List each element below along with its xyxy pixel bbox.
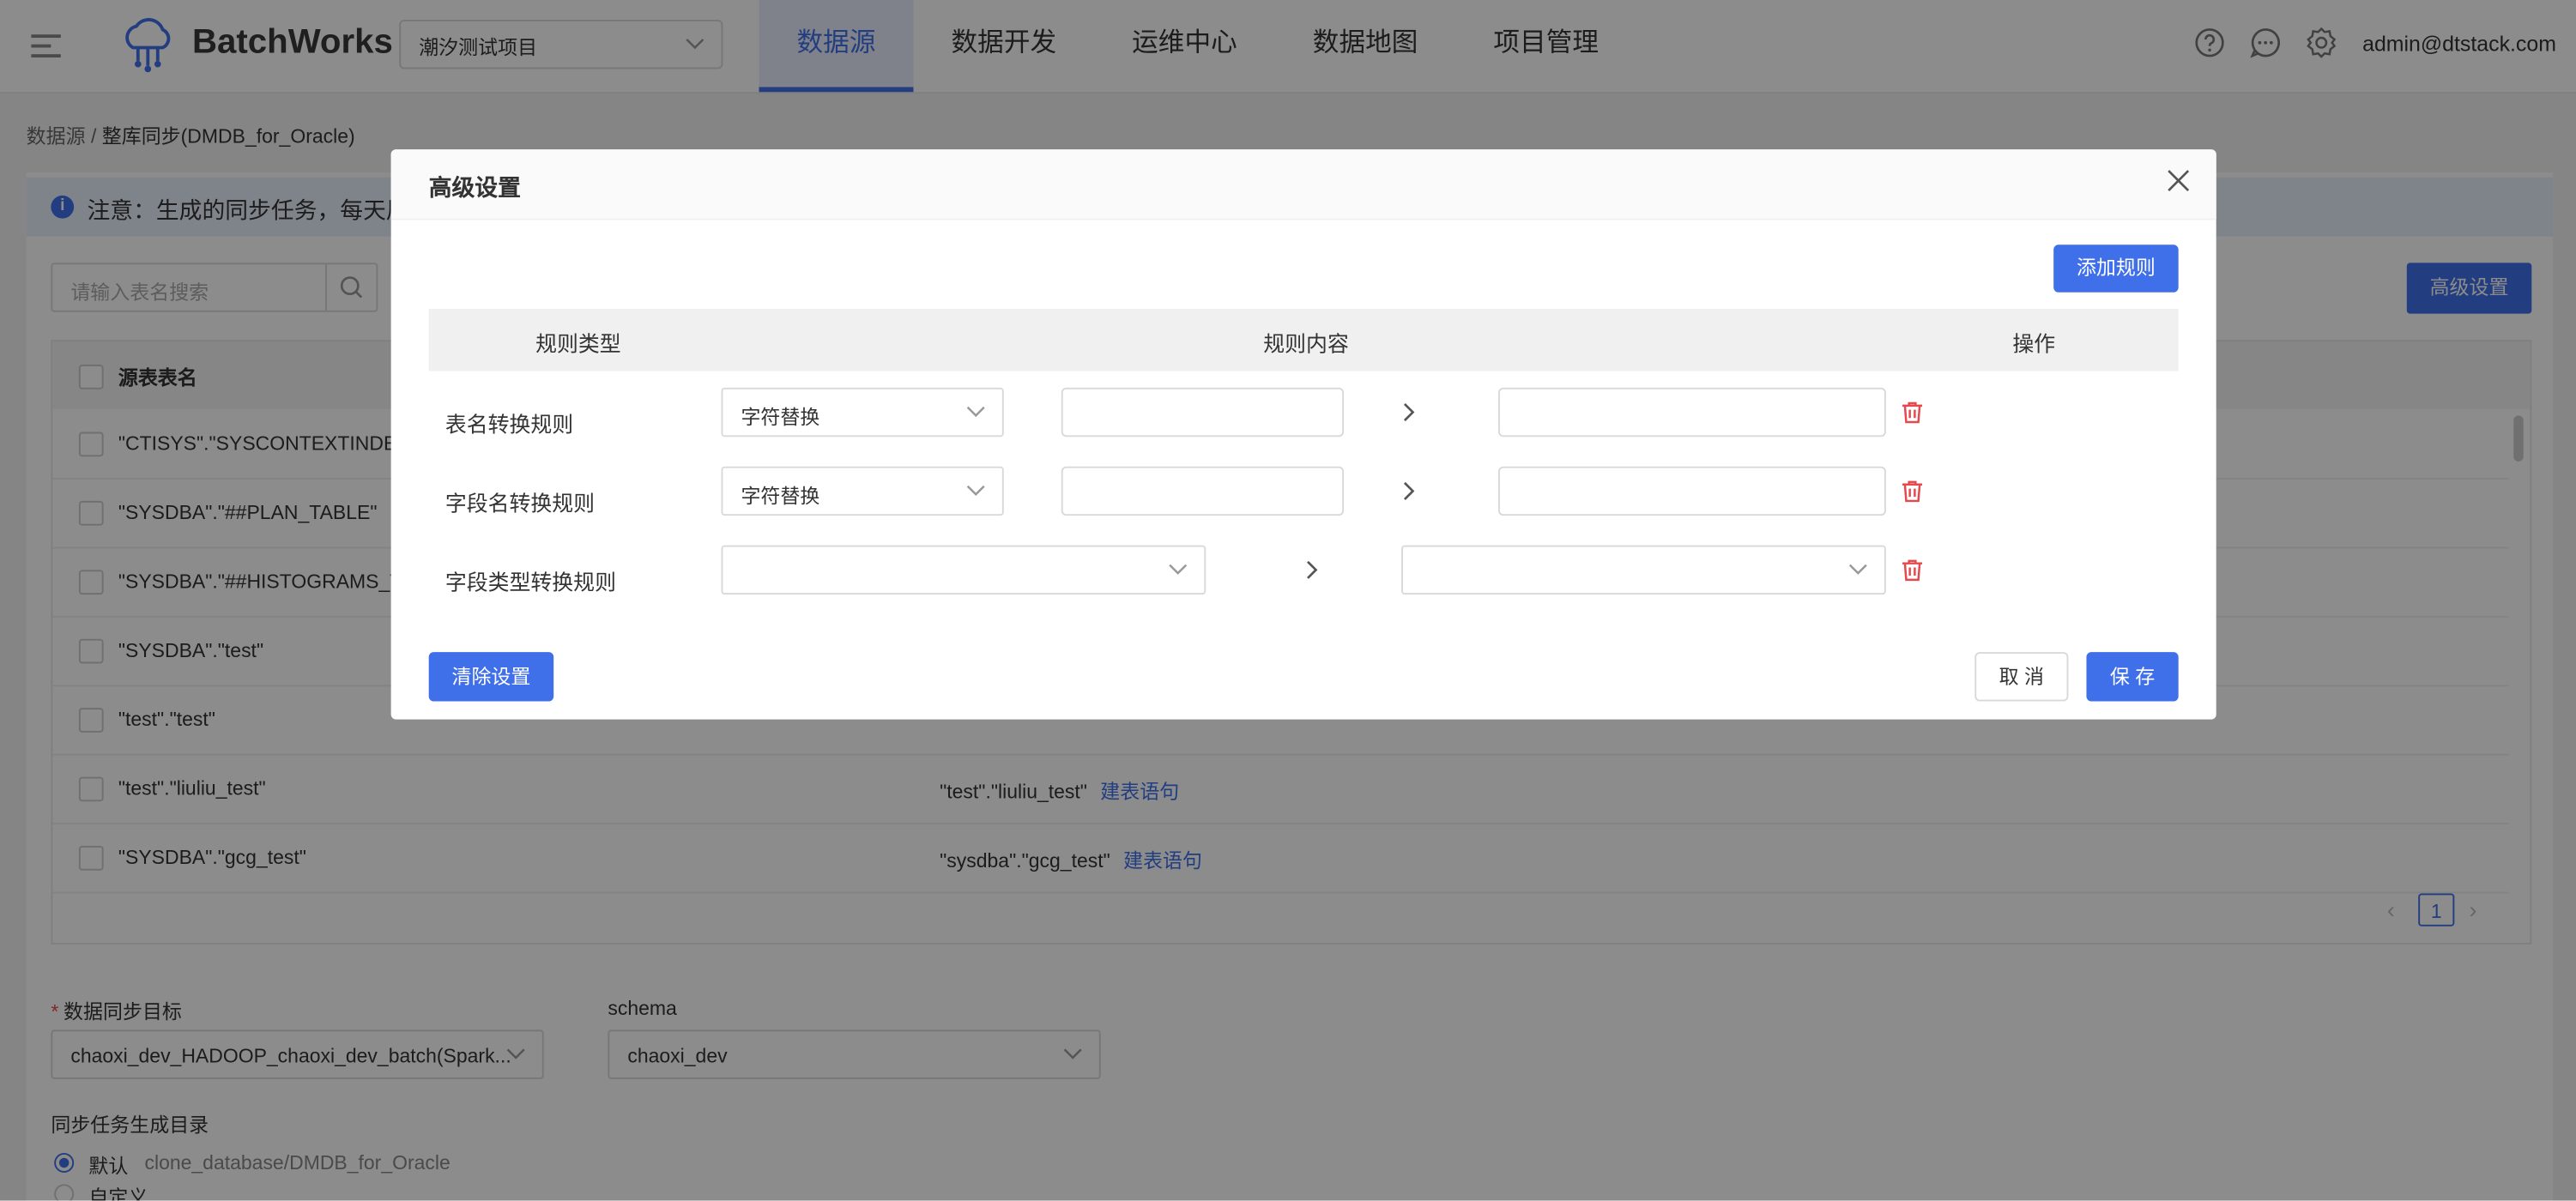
advanced-settings-modal: 高级设置 添加规则 规则类型 规则内容 操作 表名转换规则 字符替换 字段名转换…: [390, 149, 2216, 720]
chevron-right-icon: [1307, 560, 1318, 579]
rule-source-input[interactable]: [1061, 387, 1345, 438]
trash-icon[interactable]: [1901, 480, 1924, 503]
close-icon[interactable]: [2165, 167, 2192, 194]
chevron-right-icon: [1403, 403, 1415, 422]
trash-icon[interactable]: [1901, 401, 1924, 424]
clear-settings-button[interactable]: 清除设置: [428, 652, 554, 702]
save-button[interactable]: 保 存: [2086, 652, 2179, 702]
chevron-down-icon: [1848, 564, 1867, 575]
rule-label-table: 表名转换规则: [444, 412, 574, 438]
add-rule-button[interactable]: 添加规则: [2053, 244, 2179, 293]
rule-mode-select[interactable]: 字符替换: [721, 387, 1004, 438]
col-rule-content: 规则内容: [1263, 331, 1349, 357]
trash-icon[interactable]: [1901, 558, 1924, 582]
modal-title: 高级设置: [428, 173, 521, 201]
rules-header: 规则类型 规则内容 操作: [428, 308, 2179, 371]
rule-mode-value: 字符替换: [741, 405, 820, 429]
cancel-button[interactable]: 取 消: [1974, 652, 2069, 702]
chevron-down-icon: [966, 485, 985, 497]
chevron-down-icon: [966, 406, 985, 418]
rule-source-type-select[interactable]: [721, 545, 1206, 595]
modal-header: 高级设置: [390, 149, 2216, 220]
rule-target-input[interactable]: [1498, 387, 1886, 438]
chevron-down-icon: [1169, 564, 1188, 575]
rule-label-field: 字段名转换规则: [444, 491, 596, 516]
rule-mode-select[interactable]: 字符替换: [721, 466, 1004, 516]
rule-mode-value: 字符替换: [741, 484, 820, 508]
col-rule-action: 操作: [2012, 331, 2056, 357]
rule-target-type-select[interactable]: [1401, 545, 1886, 595]
col-rule-type: 规则类型: [535, 331, 621, 357]
rule-source-input[interactable]: [1061, 466, 1345, 516]
rule-label-field-type: 字段类型转换规则: [444, 570, 616, 595]
rule-target-input[interactable]: [1498, 466, 1886, 516]
chevron-right-icon: [1403, 481, 1415, 500]
